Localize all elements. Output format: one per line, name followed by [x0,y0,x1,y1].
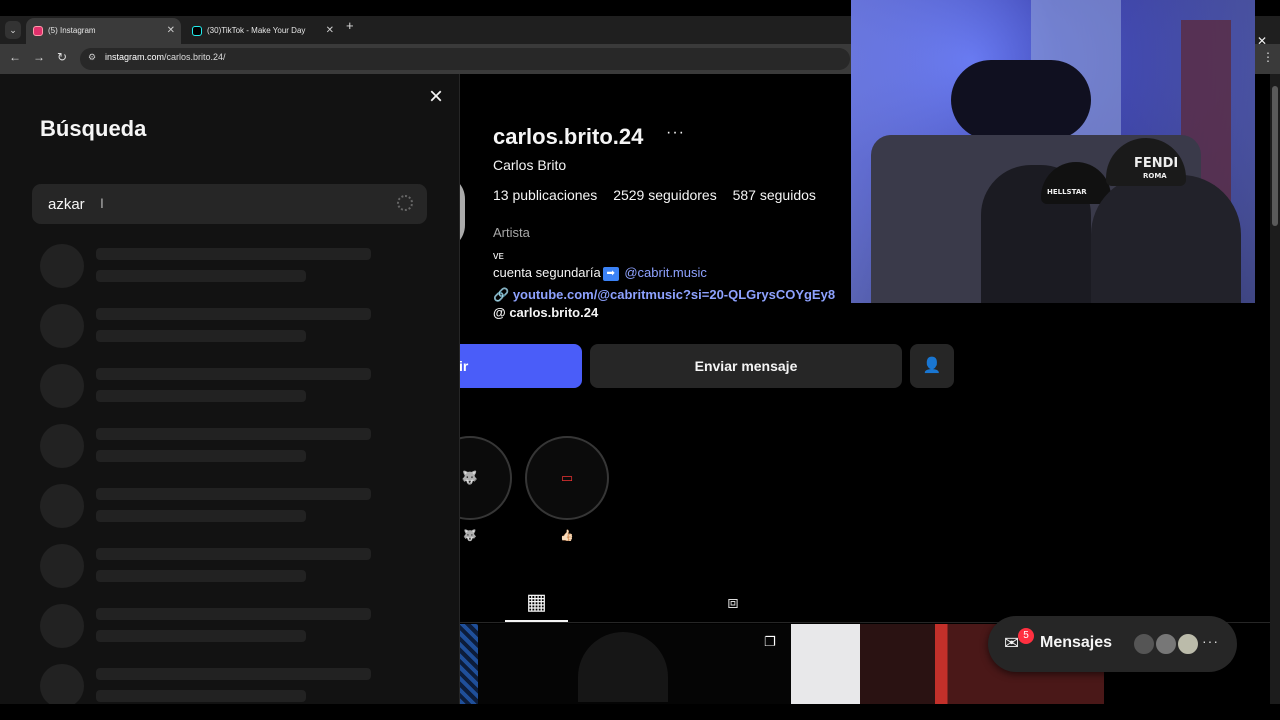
bio-line-2: cuenta segundaría ➡ @cabrit.music [493,265,707,281]
url-path: /carlos.brito.24/ [164,52,226,62]
bio-external-link[interactable]: 🔗 youtube.com/@cabritmusic?si=20-QLGrysC… [493,287,835,303]
profile-full-name: Carlos Brito [493,157,567,173]
webcam-person-right [1091,175,1241,303]
text-cursor-icon: Ι [100,195,104,211]
tab-title: (30)TikTok - Make Your Day [207,26,306,35]
loading-result-placeholder [40,484,380,528]
close-icon[interactable]: × [426,85,446,109]
post-image-subject [578,632,668,702]
send-message-button[interactable]: Enviar mensaje [590,344,902,388]
screen-bottom-strip [0,704,1280,720]
forward-arrow-icon[interactable]: → [33,50,45,64]
more-icon: ··· [1202,633,1219,649]
external-link-text[interactable]: youtube.com/@cabritmusic?si=20-QLGrysCOY… [513,287,835,302]
followers-count[interactable]: 2529 seguidores [613,187,717,203]
loading-spinner-icon [397,195,413,211]
loading-result-placeholder [40,364,380,408]
site-info-icon[interactable]: ⚙ [88,52,96,63]
browser-menu-icon[interactable]: ⋮ [1262,50,1274,64]
search-input[interactable] [48,193,388,215]
follow-button[interactable]: ir [440,344,582,388]
webcam-cap-right-text: FENDI [1134,156,1179,171]
loading-result-placeholder [40,424,380,468]
threads-link[interactable]: @ carlos.brito.24 [493,305,598,320]
posts-count: 13 publicaciones [493,187,598,203]
carousel-post-icon: ❐ [764,634,776,649]
posts-grid-tab-icon[interactable]: ▦ [505,584,568,622]
post-thumbnail[interactable] [460,624,478,704]
avatar [1132,632,1156,656]
scrollbar-thumb[interactable] [1272,86,1278,226]
light-icon: ▭ [560,470,574,485]
tiktok-icon [192,26,202,36]
post-thumbnail[interactable] [478,624,791,704]
webcam-cap-right-subtext: ROMA [1143,172,1167,180]
browser-tab-tiktok[interactable]: (30)TikTok - Make Your Day ✕ [185,18,340,44]
bio-line-1: ᴠᴇ [493,250,504,262]
avatar [1154,632,1178,656]
url-text: instagram.com/carlos.brito.24/ [105,52,226,62]
page-scrollbar[interactable] [1270,74,1280,704]
webcam-overlay: HELLSTAR FENDI ROMA [851,0,1255,303]
highlight-2[interactable]: ▭ [525,436,609,520]
messages-label: Mensajes [1040,634,1113,651]
search-box[interactable]: Ι [32,184,427,224]
profile-options-icon[interactable]: ··· [666,124,685,142]
instagram-icon [33,26,43,36]
webcam-cap-left-text: HELLSTAR [1047,188,1087,196]
wolf-icon: 🐺 [461,470,479,485]
threads-icon: @ [493,305,506,320]
loading-result-placeholder [40,304,380,348]
bio-text: cuenta segundaría [493,265,601,280]
reload-icon[interactable]: ↻ [57,50,67,64]
back-arrow-icon[interactable]: ← [9,50,21,64]
new-tab-plus-icon[interactable]: + [346,18,354,33]
browser-tab-instagram[interactable]: (5) Instagram ✕ [26,18,181,44]
bio-mention-link[interactable]: @cabrit.music [624,265,707,280]
highlight-2-label: 👍🏻 [560,530,574,542]
messages-button[interactable]: ✉ 5 Mensajes ··· [988,616,1237,672]
right-arrow-emoji-icon: ➡ [602,266,619,281]
avatar [1176,632,1200,656]
profile-stats: 13 publicaciones 2529 seguidores 587 seg… [493,187,828,203]
tab-title: (5) Instagram [48,26,96,35]
messenger-icon: ✉ [1004,633,1020,653]
loading-result-placeholder [40,604,380,648]
loading-result-placeholder [40,544,380,588]
webcam-motorcycle [951,60,1091,140]
close-tab-icon[interactable]: ✕ [326,18,334,44]
profile-category: Artista [493,225,530,240]
close-tab-icon[interactable]: ✕ [167,18,175,44]
threads-handle[interactable]: carlos.brito.24 [509,305,598,320]
loading-result-placeholder [40,664,380,704]
add-person-icon[interactable]: 👤 [910,344,954,388]
profile-username: carlos.brito.24 [493,124,644,149]
url-omnibox[interactable]: ⚙ instagram.com/carlos.brito.24/ [80,48,850,70]
loading-result-placeholder [40,244,380,288]
url-host: instagram.com [105,52,165,62]
search-panel: Búsqueda × Ι [0,74,460,704]
tagged-tab-icon[interactable]: ⧈ [715,584,751,620]
following-count[interactable]: 587 seguidos [733,187,816,203]
search-title: Búsqueda [40,116,147,141]
messages-unread-badge: 5 [1018,628,1034,644]
tab-search-chevron-icon[interactable]: ⌄ [5,21,21,39]
link-icon: 🔗 [493,287,510,302]
